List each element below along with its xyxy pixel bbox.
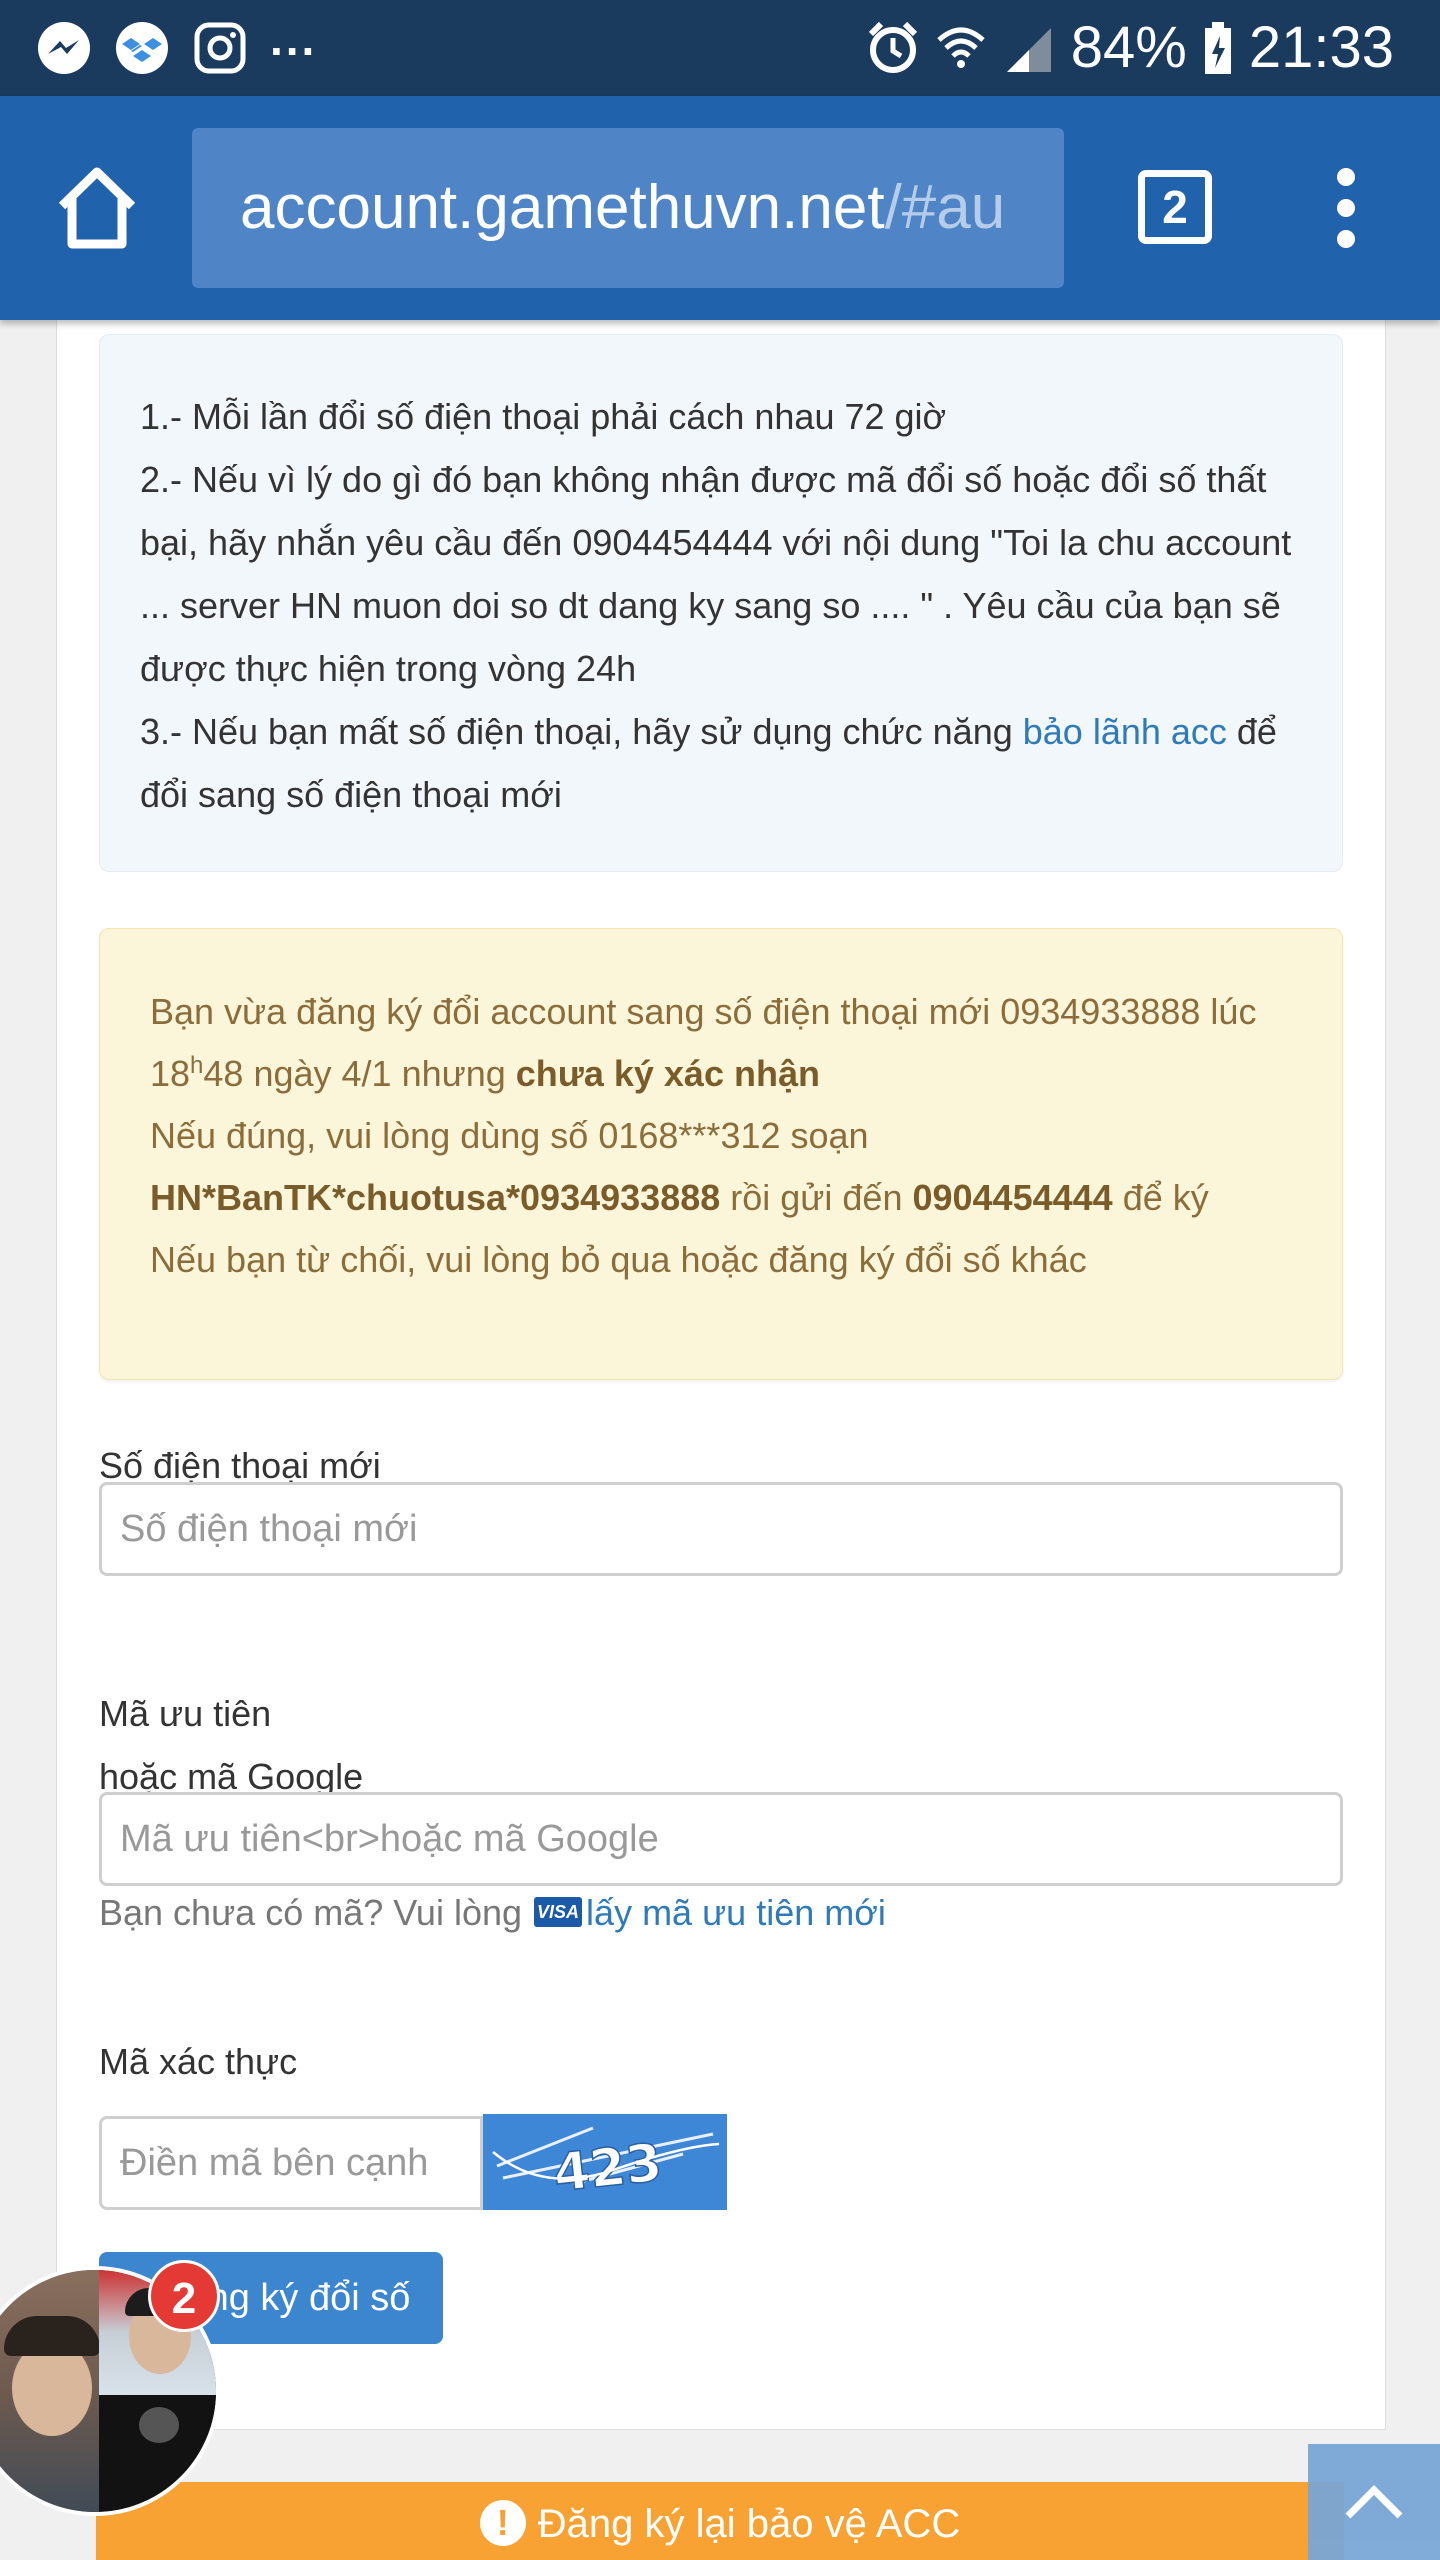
instagram-icon (192, 20, 248, 76)
page-content: 1.- Mỗi lần đổi số điện thoại phải cách … (56, 320, 1386, 2430)
alert-line-3: HN*BanTK*chuotusa*0934933888 rồi gửi đến… (150, 1177, 1209, 1218)
re-register-protection-banner[interactable]: ! Đăng ký lại bảo vệ ACC (96, 2482, 1344, 2560)
pending-change-alert: Bạn vừa đăng ký đổi account sang số điện… (99, 928, 1343, 1380)
info-notice: 1.- Mỗi lần đổi số điện thoại phải cách … (99, 334, 1343, 872)
guarantee-acc-link[interactable]: bảo lãnh acc (1023, 711, 1227, 752)
banner-text: Đăng ký lại bảo vệ ACC (537, 2502, 961, 2546)
new-phone-input[interactable] (99, 1482, 1343, 1576)
priority-code-label: Mã ưu tiên (99, 1693, 272, 1734)
battery-icon (1203, 20, 1233, 76)
browser-toolbar: account.gamethuvn.net/#au 2 (0, 96, 1440, 320)
captcha-text: 423 (551, 2133, 665, 2204)
tab-switcher-button[interactable]: 2 (1138, 170, 1212, 244)
get-priority-code-link[interactable]: lấy mã ưu tiên mới (586, 1892, 886, 1933)
clock: 21:33 (1248, 15, 1394, 80)
alarm-icon (867, 20, 919, 76)
url-host: account.gamethuvn.net (240, 173, 885, 242)
battery-percent: 84% (1070, 15, 1187, 80)
notice-line-1: 1.- Mỗi lần đổi số điện thoại phải cách … (140, 396, 947, 437)
more-notifications: ... (270, 13, 318, 65)
dropbox-icon (114, 20, 170, 76)
home-icon (58, 167, 136, 249)
captcha-image[interactable]: 423 (483, 2114, 727, 2210)
menu-icon (1337, 168, 1355, 186)
home-button[interactable] (52, 162, 142, 252)
visa-icon: VISA (534, 1897, 583, 1928)
alert-line-4: Nếu bạn từ chối, vui lòng bỏ qua hoặc đă… (150, 1239, 1087, 1280)
scroll-to-top-button[interactable] (1308, 2444, 1440, 2560)
messenger-icon (36, 20, 92, 76)
chevron-up-icon (1345, 2485, 1403, 2519)
address-bar[interactable]: account.gamethuvn.net/#au (192, 128, 1064, 288)
status-bar: ... 84% 21:33 (0, 0, 1440, 96)
captcha-label: Mã xác thực (99, 2041, 298, 2082)
priority-code-input[interactable] (99, 1792, 1343, 1886)
signal-icon (1003, 20, 1055, 76)
code-hint: Bạn chưa có mã? Vui lòng VISA lấy mã ưu t… (99, 1892, 886, 1933)
wifi-icon (935, 20, 987, 76)
alert-line-2: Nếu đúng, vui lòng dùng số 0168***312 so… (150, 1115, 869, 1156)
unread-count-badge: 2 (148, 2260, 220, 2332)
alert-icon: ! (479, 2500, 526, 2547)
avatar (99, 2395, 216, 2512)
captcha-input[interactable] (99, 2116, 483, 2210)
alert-line-1: Bạn vừa đăng ký đổi account sang số điện… (150, 991, 1257, 1094)
notice-line-2: 2.- Nếu vì lý do gì đó bạn không nhận đư… (140, 459, 1292, 689)
url-path: /#au (884, 173, 1006, 242)
avatar (0, 2270, 100, 2512)
menu-button[interactable] (1326, 168, 1366, 250)
notice-line-3: 3.- Nếu bạn mất số điện thoại, hãy sử dụ… (140, 711, 1277, 815)
